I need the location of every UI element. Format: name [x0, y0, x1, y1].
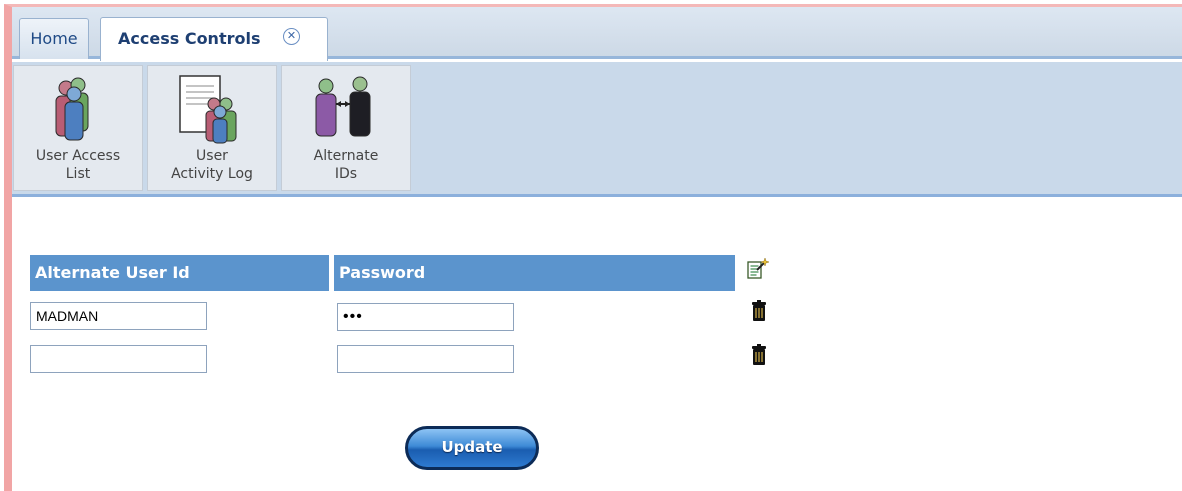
tab-bar: Home Access Controls ✕	[12, 7, 1182, 61]
tab-access-controls-label: Access Controls	[118, 29, 261, 48]
activity-log-icon	[179, 75, 237, 144]
alternate-ids-button[interactable]: Alternate IDs	[281, 65, 411, 191]
column-header-password: Password	[334, 255, 735, 291]
users-group-icon	[55, 77, 89, 141]
column-header-alternate-user-id: Alternate User Id	[30, 255, 329, 291]
alternate-user-id-input[interactable]	[30, 302, 207, 330]
user-access-list-label: User Access List	[35, 148, 121, 182]
add-row-icon[interactable]	[746, 257, 770, 281]
toolbar: User Access List User Activity Log Alter…	[12, 62, 1182, 197]
tab-access-controls[interactable]: Access Controls ✕	[100, 17, 328, 61]
alternate-ids-panel: Alternate User Id Password MADMAN ••• Up…	[12, 197, 1182, 491]
alternate-user-id-input[interactable]	[30, 345, 207, 373]
alternate-ids-label: Alternate IDs	[313, 148, 379, 182]
user-activity-log-label: User Activity Log	[171, 148, 253, 182]
app-frame: Home Access Controls ✕ User Access List	[4, 4, 1182, 491]
trash-icon[interactable]	[751, 300, 767, 322]
trash-icon[interactable]	[751, 344, 767, 366]
tab-home[interactable]: Home	[19, 18, 89, 59]
update-button[interactable]: Update	[405, 426, 539, 470]
password-input[interactable]	[337, 303, 514, 331]
alternate-ids-icon	[315, 76, 371, 137]
close-icon[interactable]: ✕	[283, 28, 300, 45]
user-activity-log-button[interactable]: User Activity Log	[147, 65, 277, 191]
user-access-list-button[interactable]: User Access List	[13, 65, 143, 191]
password-input[interactable]	[337, 345, 514, 373]
